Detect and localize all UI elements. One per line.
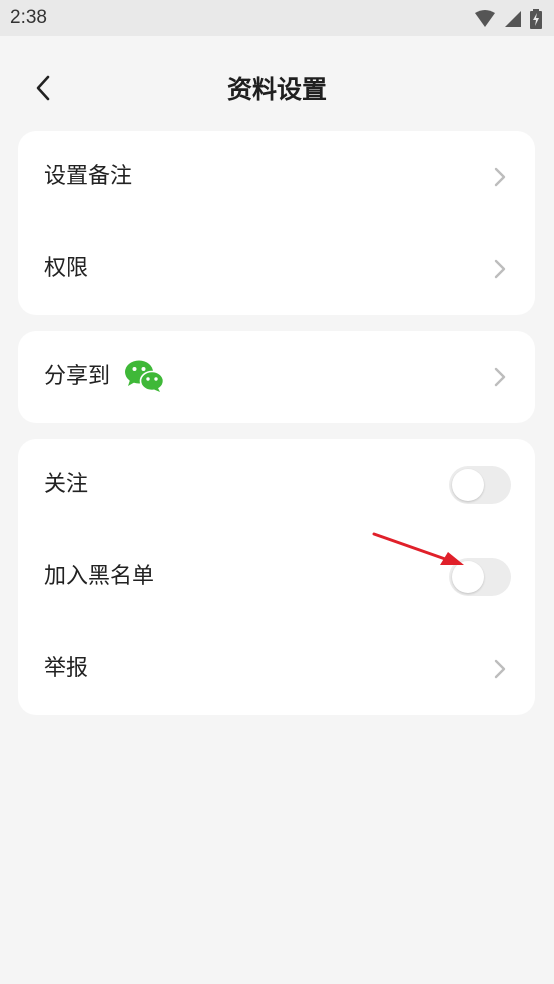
report-item[interactable]: 举报: [18, 623, 535, 715]
wechat-icon: [125, 360, 164, 392]
permissions-label: 权限: [44, 256, 89, 281]
follow-item: 关注: [18, 439, 535, 531]
chevron-right-icon: [494, 367, 506, 387]
blacklist-label: 加入黑名单: [44, 564, 155, 589]
permissions-item[interactable]: 权限: [18, 223, 535, 315]
settings-group-1: 设置备注 权限: [18, 131, 535, 315]
wifi-icon: [475, 10, 495, 27]
status-bar: 2:38: [0, 0, 554, 36]
blacklist-item: 加入黑名单: [18, 531, 535, 623]
settings-group-3: 关注 加入黑名单 举报: [18, 439, 535, 715]
follow-toggle[interactable]: [449, 466, 511, 504]
share-to-label: 分享到: [44, 364, 111, 389]
set-remark-item[interactable]: 设置备注: [18, 131, 535, 223]
toggle-knob: [452, 561, 484, 593]
chevron-right-icon: [494, 659, 506, 679]
blacklist-toggle[interactable]: [449, 558, 511, 596]
header: 资料设置: [0, 36, 554, 136]
toggle-knob: [452, 469, 484, 501]
set-remark-label: 设置备注: [44, 164, 133, 189]
signal-icon: [505, 11, 521, 27]
report-label: 举报: [44, 656, 89, 681]
status-time: 2:38: [10, 7, 47, 28]
chevron-right-icon: [494, 167, 506, 187]
battery-charging-icon: [530, 9, 542, 29]
status-icons: [474, 8, 542, 30]
page-title: 资料设置: [226, 75, 327, 104]
settings-group-2: 分享到: [18, 331, 535, 423]
follow-label: 关注: [44, 472, 89, 497]
share-to-item[interactable]: 分享到: [18, 331, 535, 423]
chevron-right-icon: [494, 259, 506, 279]
